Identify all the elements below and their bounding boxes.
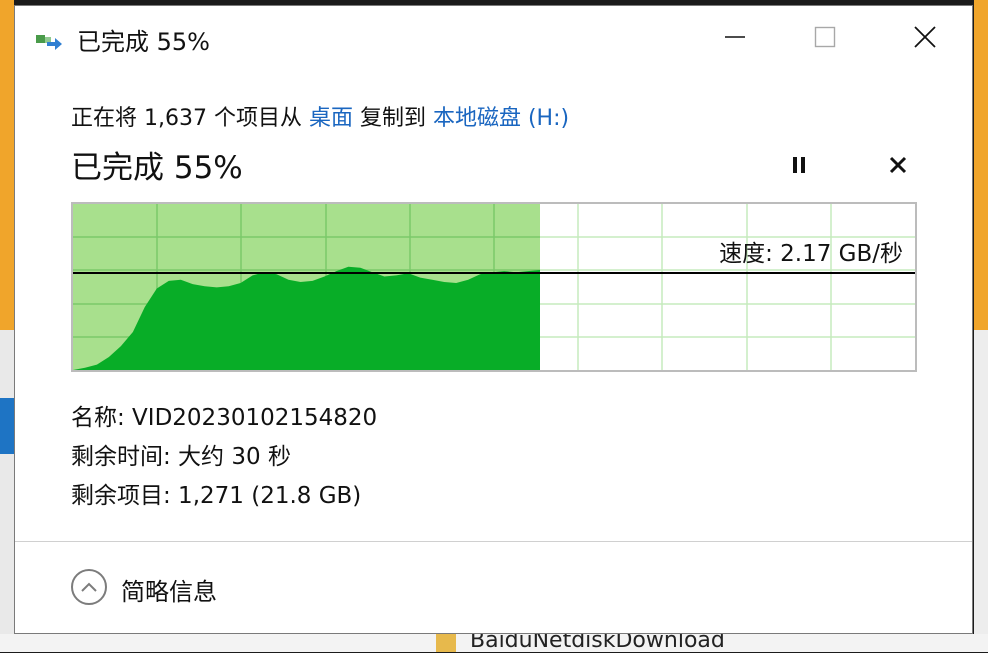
speed-label: 速度: 2.17 GB/秒: [719, 241, 903, 267]
folder-icon: [436, 634, 456, 652]
cancel-button[interactable]: [883, 150, 913, 180]
file-name: 名称: VID20230102154820: [71, 405, 378, 431]
minimize-icon: [725, 36, 745, 38]
copy-description: 正在将 1,637 个项目从 桌面 复制到 本地磁盘 (H:): [71, 100, 569, 132]
background-explorer-tab: [0, 398, 14, 454]
desc-middle: 复制到: [352, 106, 433, 131]
collapse-button[interactable]: [71, 569, 107, 605]
cancel-icon: [889, 156, 907, 174]
desc-prefix: 正在将 1,637 个项目从: [71, 106, 309, 131]
percent-complete: 已完成 55%: [71, 150, 243, 186]
transfer-speed-graph: 速度: 2.17 GB/秒: [71, 202, 917, 372]
title-bar: 已完成 55%: [15, 6, 972, 66]
speed-graph-canvas: [73, 204, 915, 370]
background-explorer-left: [0, 330, 14, 652]
pause-icon-bar: [801, 157, 805, 173]
window-title: 已完成 55%: [77, 28, 210, 56]
maximize-button[interactable]: [795, 14, 855, 60]
collapse-label[interactable]: 简略信息: [121, 572, 217, 607]
footer-divider: [15, 541, 972, 542]
close-button[interactable]: [895, 14, 955, 60]
items-remaining: 剩余项目: 1,271 (21.8 GB): [71, 483, 362, 509]
pause-button[interactable]: [785, 150, 813, 180]
pause-icon: [793, 157, 797, 173]
minimize-button[interactable]: [705, 14, 765, 60]
maximize-icon: [814, 26, 836, 48]
file-copy-icon: [36, 35, 62, 50]
chevron-up-icon: [81, 582, 97, 592]
time-remaining: 剩余时间: 大约 30 秒: [71, 444, 291, 470]
background-explorer-right: [974, 330, 988, 652]
source-link[interactable]: 桌面: [309, 106, 353, 131]
copy-progress-dialog: 已完成 55% 正在将 1,637 个项目从 桌面 复制到 本地磁盘 (H:) …: [14, 5, 973, 634]
close-icon: [914, 26, 936, 48]
destination-link[interactable]: 本地磁盘 (H:): [433, 106, 569, 131]
